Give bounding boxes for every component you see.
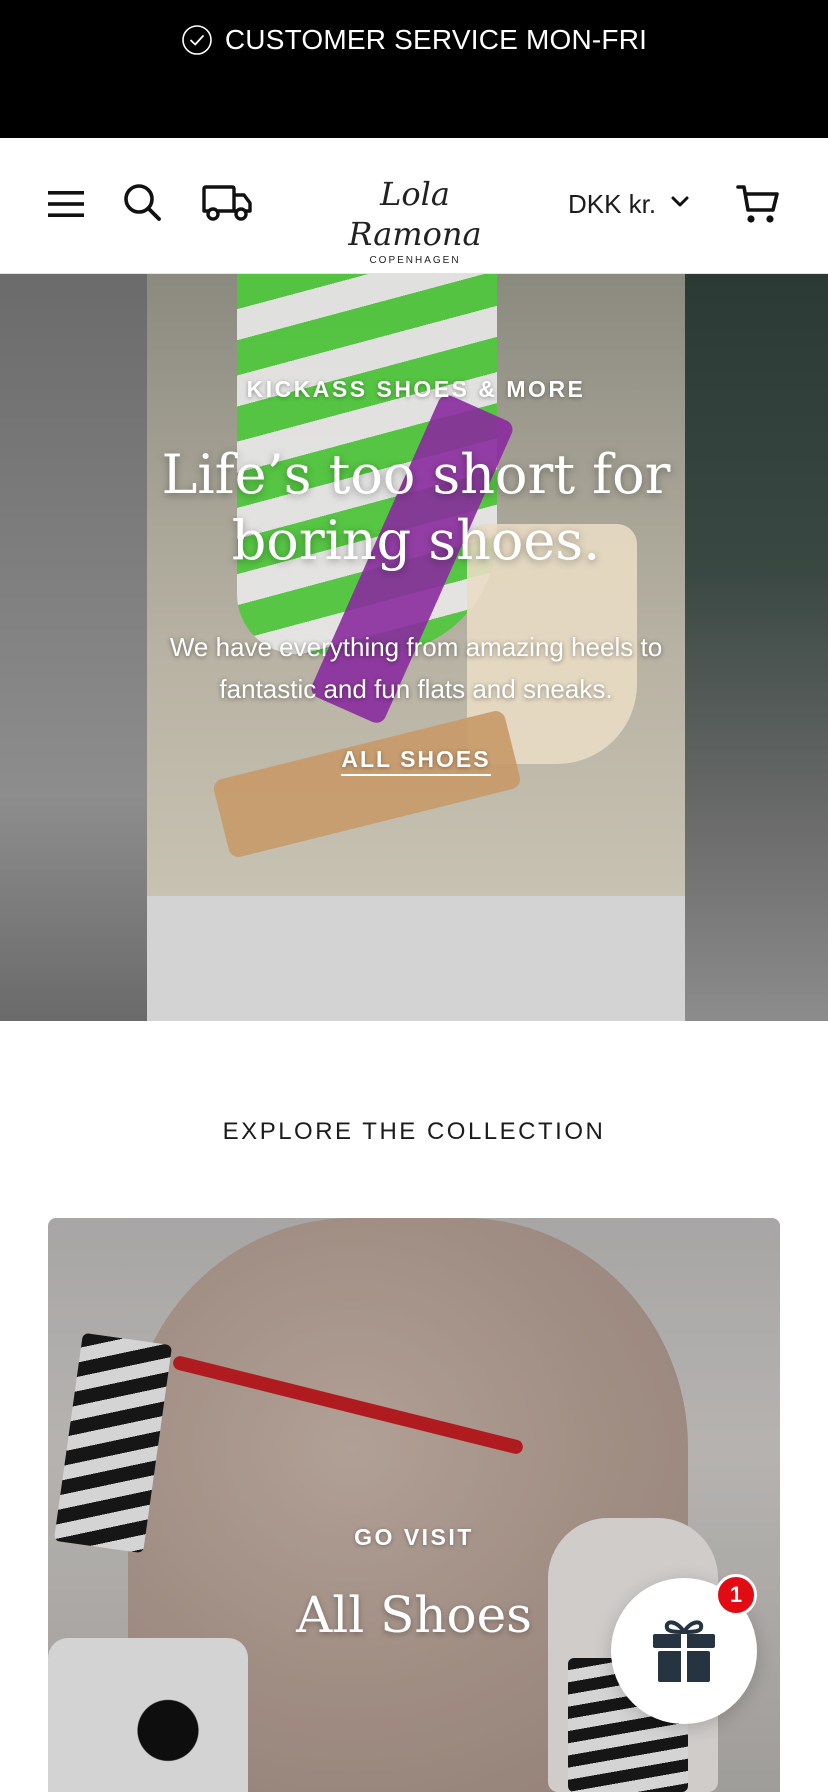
- hero-banner: KICKASS SHOES & MORE Life’s too short fo…: [0, 274, 828, 1021]
- card-eyebrow: GO VISIT: [354, 1524, 474, 1550]
- hero-eyebrow: KICKASS SHOES & MORE: [246, 376, 586, 402]
- site-header: Lola Ramona COPENHAGEN DKK kr.: [0, 138, 828, 274]
- chevron-down-icon: [670, 195, 690, 214]
- gift-icon: [647, 1612, 721, 1691]
- hero-content: KICKASS SHOES & MORE Life’s too short fo…: [147, 274, 685, 896]
- truck-icon[interactable]: [200, 180, 254, 226]
- hero-image-left: [0, 274, 147, 1021]
- collection-heading: EXPLORE THE COLLECTION: [222, 1118, 606, 1145]
- currency-selector[interactable]: DKK kr.: [568, 184, 690, 224]
- all-shoes-link-wrap: ALL SHOES: [147, 746, 685, 776]
- currency-label: DKK kr.: [568, 188, 657, 219]
- brand-logo[interactable]: Lola Ramona COPENHAGEN: [330, 174, 500, 266]
- hero-image-right: [685, 274, 828, 1021]
- announcement-content: CUSTOMER SERVICE MON-FRI: [0, 18, 828, 62]
- all-shoes-link[interactable]: ALL SHOES: [341, 746, 491, 776]
- logo-script: Lola Ramona: [348, 175, 482, 253]
- hero-title: Life’s too short for boring shoes.: [161, 443, 671, 572]
- notification-badge: 1: [715, 1574, 757, 1616]
- announcement-bar: CUSTOMER SERVICE MON-FRI: [0, 0, 828, 138]
- menu-icon[interactable]: [44, 182, 88, 226]
- search-icon[interactable]: [120, 180, 164, 224]
- announcement-text: CUSTOMER SERVICE MON-FRI: [224, 24, 648, 55]
- check-circle-icon: [181, 24, 213, 56]
- logo-subtitle: COPENHAGEN: [369, 255, 461, 266]
- cart-icon[interactable]: [734, 180, 782, 228]
- hero-description: We have everything from amazing heels to…: [169, 632, 663, 704]
